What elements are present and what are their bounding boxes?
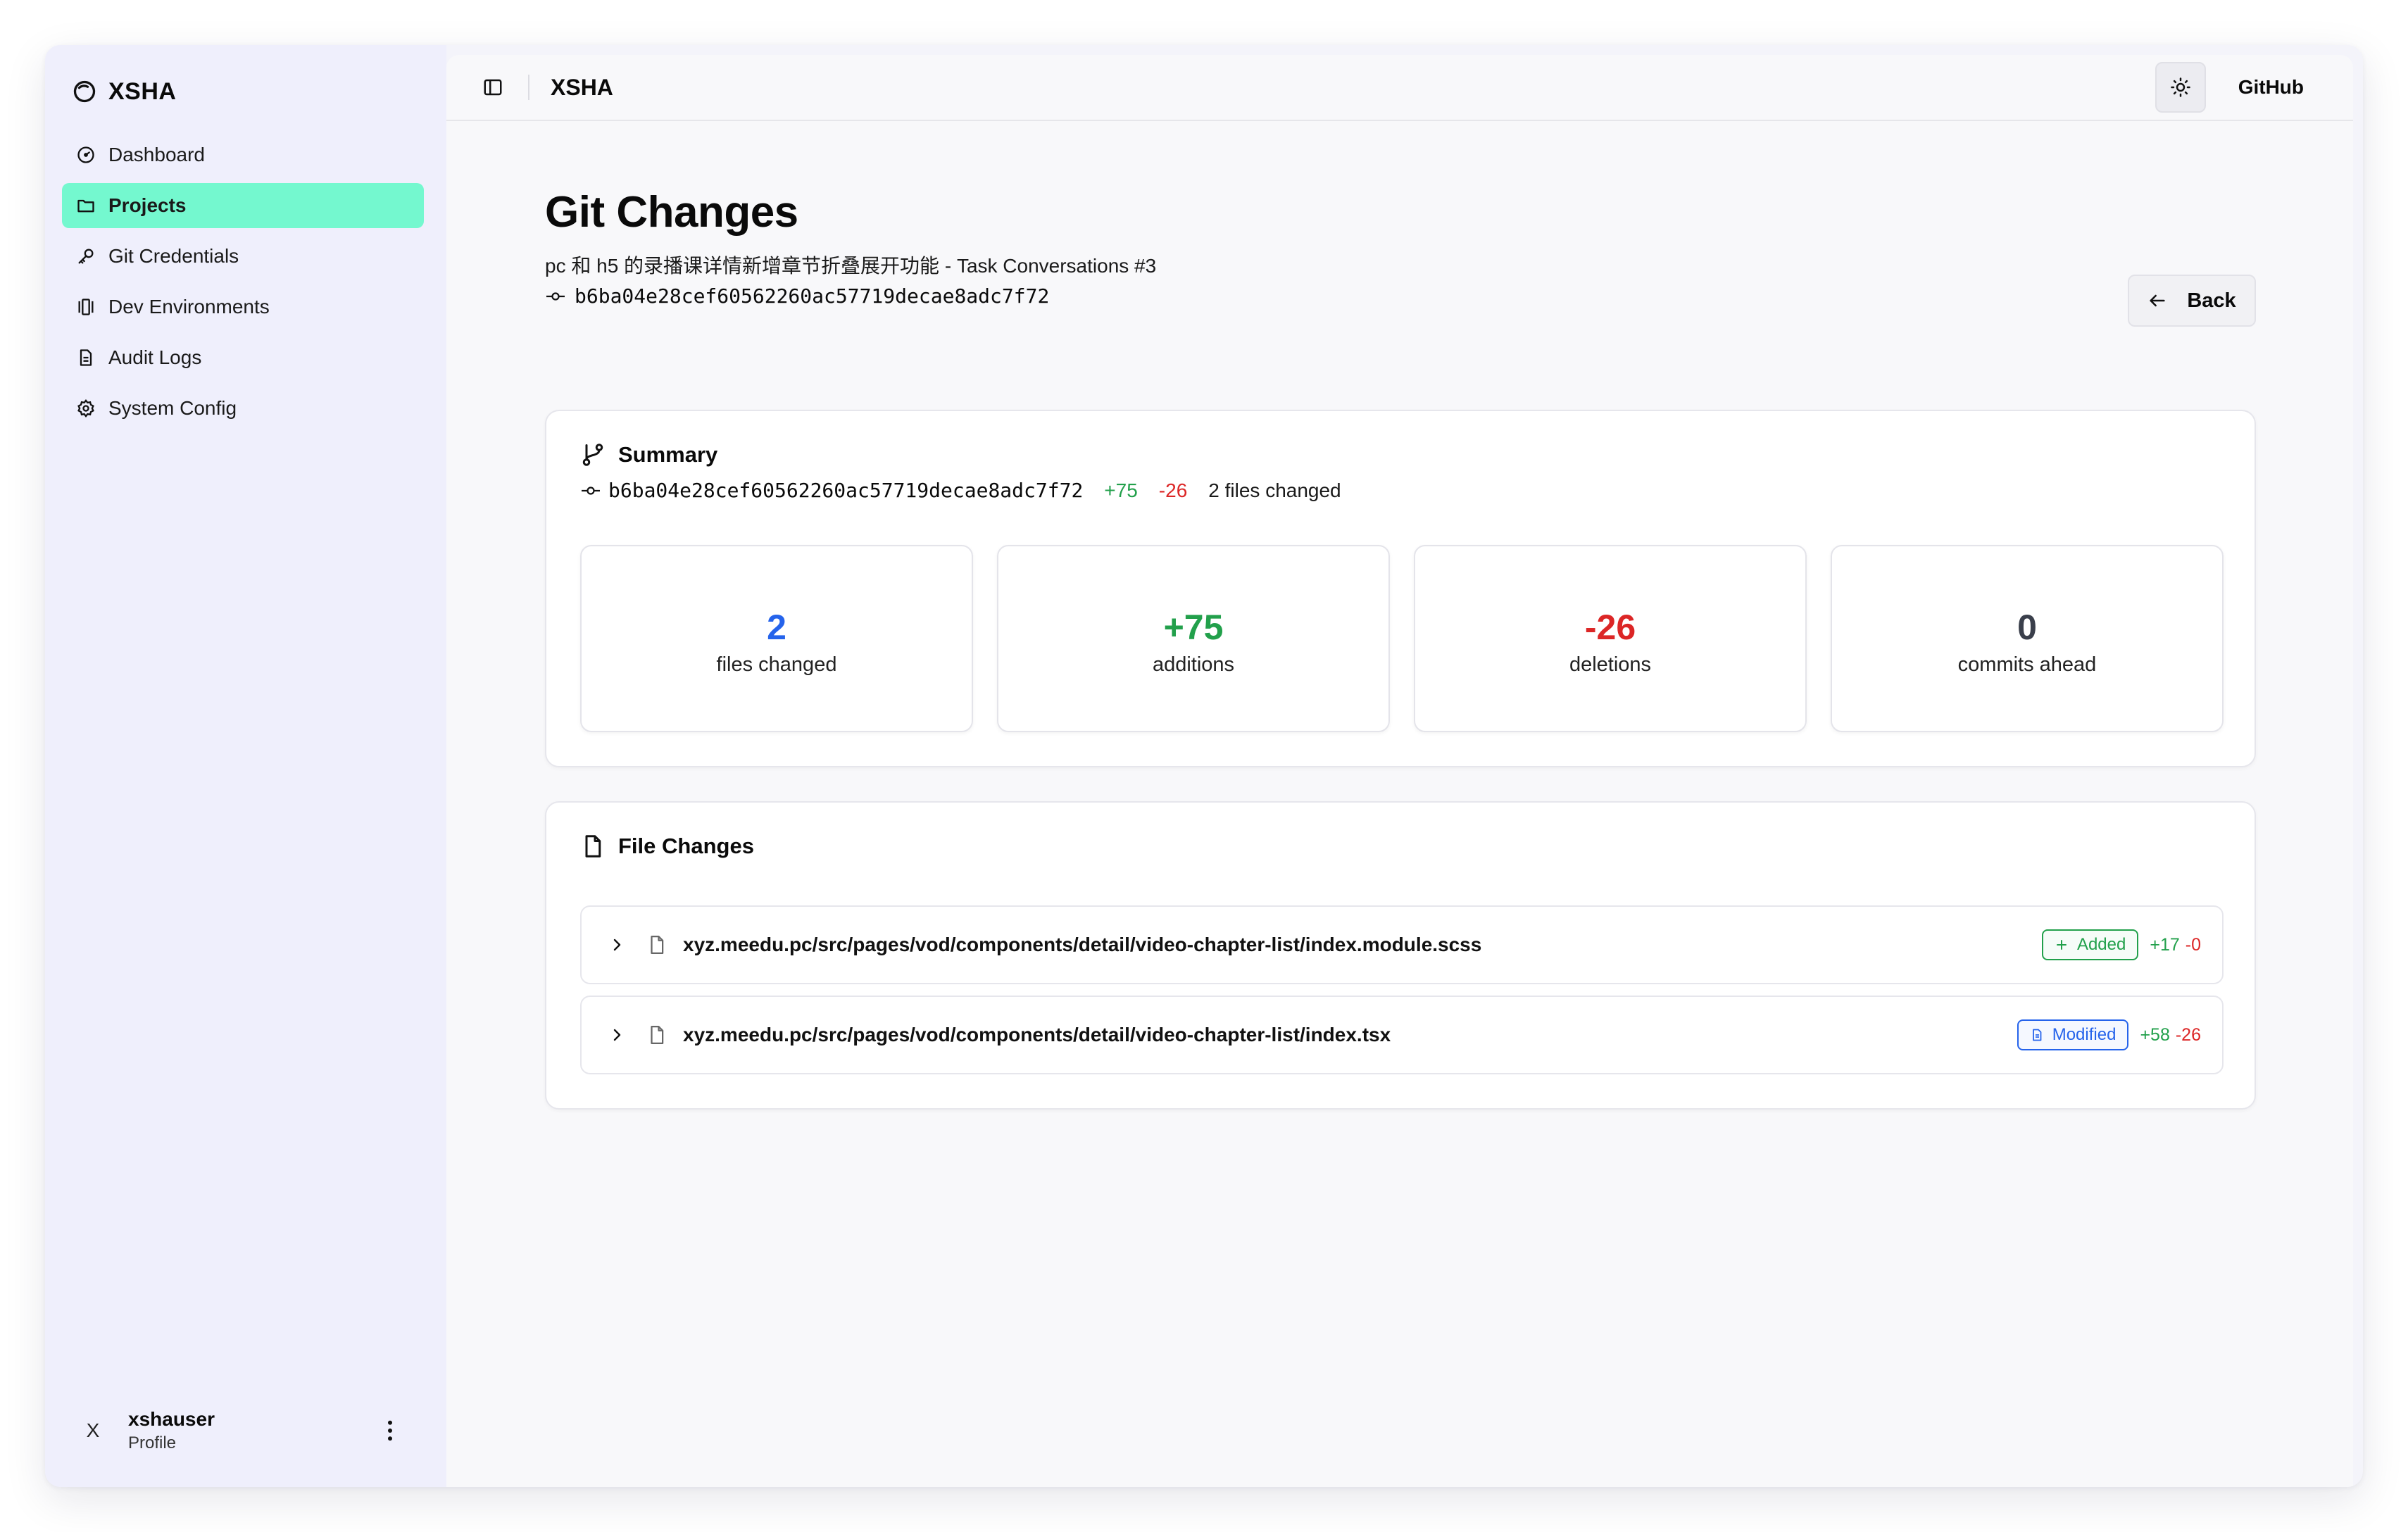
user-subtitle: Profile [128, 1433, 177, 1452]
key-icon [76, 246, 96, 266]
file-path: xyz.meedu.pc/src/pages/vod/components/de… [683, 934, 1482, 955]
status-badge: Added [2041, 929, 2139, 960]
sidebar: XSHA Dashboard Projects Git Credentials [45, 45, 446, 1487]
stat-label: files changed [716, 653, 837, 676]
stat-value: 2 [767, 607, 786, 647]
summary-additions: +75 [1104, 479, 1138, 501]
git-commit-icon [545, 289, 566, 303]
sidebar-item-dev-environments[interactable]: Dev Environments [62, 284, 424, 329]
file-line-counts: +58 -26 [2140, 1025, 2201, 1046]
page-title: Git Changes [545, 188, 798, 237]
stats-row: 2 files changed +75 additions -26 deleti… [580, 545, 2224, 732]
page-subtitle: pc 和 h5 的录播课详情新增章节折叠展开功能 - Task Conversa… [545, 255, 1157, 277]
stat-label: additions [1152, 653, 1235, 676]
user-name: xshauser [128, 1408, 215, 1430]
container-icon [76, 297, 96, 317]
folder-icon [76, 196, 96, 215]
sidebar-item-system-config[interactable]: System Config [62, 386, 424, 431]
stat-value: +75 [1163, 607, 1224, 647]
sidebar-item-projects[interactable]: Projects [62, 183, 424, 228]
summary-line: b6ba04e28cef60562260ac57719decae8adc7f72… [580, 479, 1341, 502]
sidebar-item-audit-logs[interactable]: Audit Logs [62, 335, 424, 380]
stat-value: 0 [2017, 607, 2037, 647]
stat-files-changed: 2 files changed [580, 545, 973, 732]
panel-left-icon [484, 79, 502, 96]
file-edit-icon [2032, 1029, 2042, 1041]
arrow-left-icon [2150, 294, 2165, 307]
file-text-icon [76, 348, 96, 368]
summary-commit-hash: b6ba04e28cef60562260ac57719decae8adc7f72 [608, 479, 1084, 502]
sidebar-item-label: System Config [108, 397, 237, 419]
sidebar-item-git-credentials[interactable]: Git Credentials [62, 234, 424, 279]
summary-title-label: Summary [618, 442, 718, 467]
sun-icon [2170, 77, 2190, 97]
file-changes-title-label: File Changes [618, 834, 754, 858]
chevron-right-icon[interactable] [607, 1025, 627, 1045]
sidebar-item-dashboard[interactable]: Dashboard [62, 132, 424, 177]
topbar-title: XSHA [551, 74, 613, 100]
page-commit: b6ba04e28cef60562260ac57719decae8adc7f72 [545, 284, 1049, 308]
summary-files-changed: 2 files changed [1208, 479, 1341, 501]
dashboard-icon [76, 145, 96, 165]
status-badge: Modified [2017, 1019, 2129, 1050]
main-panel: XSHA GitHub Git Changes pc 和 h5 的录播课详情新增… [446, 55, 2353, 1487]
gear-icon [76, 398, 96, 418]
file-icon [646, 934, 667, 955]
sidebar-item-label: Git Credentials [108, 245, 239, 267]
sidebar-item-label: Audit Logs [108, 346, 202, 368]
summary-card: Summary b6ba04e28cef60562260ac57719decae… [545, 410, 2256, 767]
summary-title: Summary [580, 442, 717, 467]
git-commit-icon [580, 484, 601, 498]
file-line-counts: +17 -0 [2150, 935, 2201, 955]
stat-additions: +75 additions [997, 545, 1390, 732]
file-changes-title: File Changes [580, 834, 754, 859]
file-icon [585, 835, 601, 858]
more-vertical-icon[interactable] [376, 1411, 404, 1450]
sidebar-item-label: Dev Environments [108, 296, 270, 318]
brand-logo-icon [72, 79, 97, 104]
user-info: xshauser Profile [128, 1408, 215, 1453]
file-row[interactable]: xyz.meedu.pc/src/pages/vod/components/de… [580, 905, 2224, 984]
stat-deletions: -26 deletions [1414, 545, 1807, 732]
sidebar-nav: Dashboard Projects Git Credentials Dev E… [62, 132, 424, 437]
back-button[interactable]: Back [2128, 275, 2256, 327]
user-menu[interactable]: X xshauser Profile [73, 1402, 432, 1459]
file-additions: +17 [2150, 934, 2180, 955]
file-deletions: -0 [2185, 934, 2201, 955]
stat-commits-ahead: 0 commits ahead [1831, 545, 2224, 732]
divider [528, 75, 529, 100]
summary-deletions: -26 [1158, 479, 1188, 501]
file-path: xyz.meedu.pc/src/pages/vod/components/de… [683, 1024, 1391, 1046]
topbar: XSHA GitHub [446, 55, 2353, 121]
plus-icon [2056, 940, 2067, 950]
file-additions: +58 [2140, 1024, 2170, 1045]
git-branch-icon [582, 444, 603, 466]
sidebar-item-label: Projects [108, 194, 187, 216]
stat-label: deletions [1569, 653, 1652, 676]
status-label: Modified [2052, 1025, 2117, 1044]
theme-toggle-button[interactable] [2155, 62, 2206, 113]
chevron-right-icon[interactable] [607, 935, 627, 955]
status-label: Added [2076, 935, 2126, 954]
file-deletions: -26 [2175, 1024, 2201, 1045]
file-icon [646, 1024, 667, 1046]
app-window: XSHA Dashboard Projects Git Credentials [45, 45, 2363, 1487]
github-link[interactable]: GitHub [2238, 76, 2304, 99]
brand[interactable]: XSHA [72, 73, 176, 110]
sidebar-item-label: Dashboard [108, 144, 205, 165]
sidebar-toggle-button[interactable] [479, 73, 507, 101]
file-row[interactable]: xyz.meedu.pc/src/pages/vod/components/de… [580, 996, 2224, 1074]
back-label: Back [2187, 289, 2236, 312]
file-changes-card: File Changes xyz.meedu.pc/src/pages/vod/… [545, 801, 2256, 1110]
commit-hash: b6ba04e28cef60562260ac57719decae8adc7f72 [575, 284, 1050, 308]
brand-name: XSHA [108, 77, 177, 105]
stat-label: commits ahead [1957, 653, 2097, 676]
stat-value: -26 [1584, 607, 1636, 647]
avatar: X [86, 1419, 100, 1441]
